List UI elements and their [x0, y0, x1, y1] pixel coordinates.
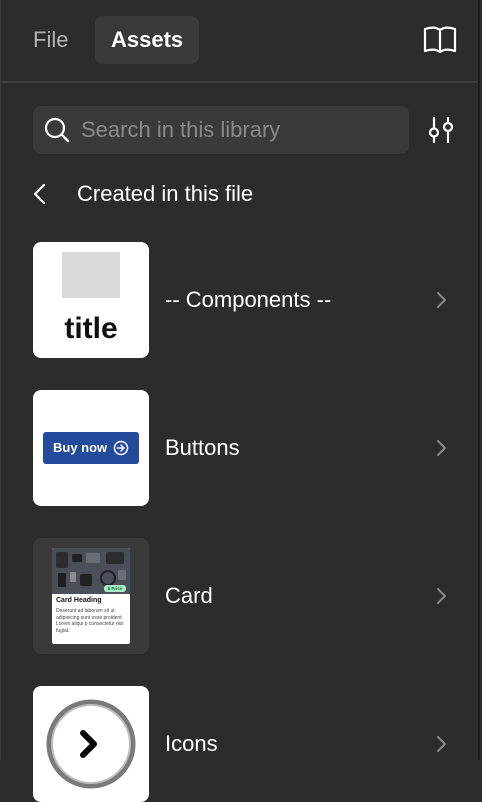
book-icon [423, 26, 457, 54]
asset-name: Icons [165, 731, 218, 756]
tab-file[interactable]: File [17, 16, 84, 64]
card-price-badge: $ Price [104, 585, 126, 592]
asset-row-card[interactable]: $ Price Card Heading Deserunt ad laborum… [33, 538, 453, 654]
asset-name: -- Components -- [165, 287, 332, 312]
chevron-right-icon [437, 588, 446, 604]
assets-panel: File Assets Search in this library Creat… [0, 0, 480, 802]
asset-row-buttons[interactable]: Buy now Buttons [33, 390, 453, 506]
library-button[interactable] [422, 24, 458, 56]
icons-thumbnail [33, 686, 149, 802]
asset-name: Card [165, 583, 213, 608]
search-icon [44, 117, 70, 143]
panel-tabs: File Assets [1, 0, 478, 83]
asset-row-components[interactable]: title -- Components -- [33, 242, 453, 358]
card-body-text: Deserunt ad laborum sit ut adipisicing s… [56, 608, 124, 634]
card-heading: Card Heading [56, 597, 102, 604]
card-thumbnail: $ Price Card Heading Deserunt ad laborum… [33, 538, 149, 654]
buy-button-label: Buy now [53, 440, 108, 455]
filter-sliders-icon [428, 116, 454, 144]
search-input[interactable]: Search in this library [33, 106, 409, 154]
asset-row-icons[interactable]: Icons [33, 686, 453, 802]
thumbnail-buy-button: Buy now [43, 432, 139, 464]
tab-assets[interactable]: Assets [95, 16, 200, 64]
thumbnail-title-text: title [64, 312, 118, 345]
search-placeholder: Search in this library [81, 117, 281, 142]
chevron-right-icon [437, 292, 446, 308]
back-button[interactable] [27, 178, 55, 210]
thumbnail-placeholder-rect [62, 252, 120, 298]
chevron-right-icon [437, 440, 446, 456]
section-title: Created in this file [77, 181, 254, 206]
chevron-left-icon [33, 183, 46, 205]
arrow-circle-icon [113, 440, 129, 456]
components-thumbnail: title [33, 242, 149, 358]
chevron-circle-icon [46, 699, 136, 789]
filter-button[interactable] [423, 114, 459, 146]
buttons-thumbnail: Buy now [33, 390, 149, 506]
section-header: Created in this file [27, 174, 478, 214]
asset-name: Buttons [165, 435, 240, 460]
thumbnail-card: $ Price Card Heading Deserunt ad laborum… [52, 548, 130, 644]
chevron-right-icon [437, 736, 446, 752]
